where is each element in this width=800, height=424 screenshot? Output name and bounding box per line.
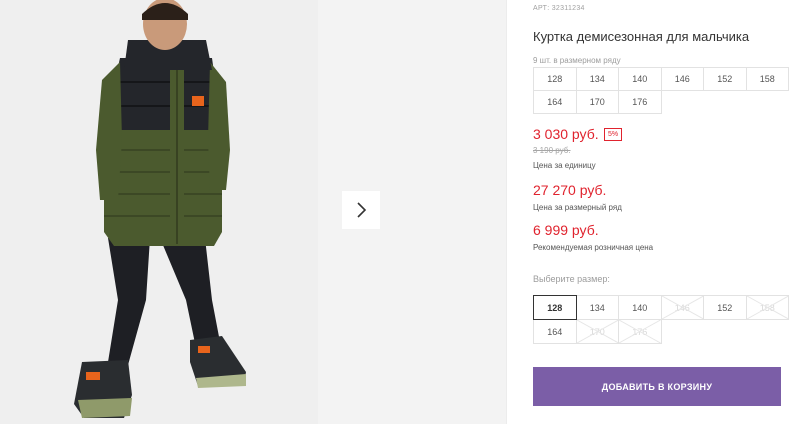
size-option-label: 134 [589, 302, 605, 313]
next-image-button[interactable] [342, 191, 380, 229]
size-row-note: 9 шт. в размерном ряду [533, 56, 621, 65]
unavailable-cross-icon [746, 296, 788, 319]
size-option-164[interactable]: 164 [533, 319, 577, 344]
size-option-134[interactable]: 134 [575, 295, 619, 320]
unavailable-cross-icon [576, 320, 618, 343]
product-gallery [0, 0, 506, 424]
size-picker-label: Выберите размер: [533, 274, 610, 284]
unavailable-cross-icon [661, 296, 703, 319]
size-row-cell: 134 [575, 67, 619, 91]
unit-price: 3 030 руб. [533, 126, 599, 142]
size-row-grid: 128 134 140 146 152 158 164 170 176 [533, 67, 789, 114]
size-option-158: 158 [745, 295, 789, 320]
size-option-label: 128 [547, 302, 563, 313]
size-row-cell: 164 [533, 90, 577, 114]
product-title: Куртка демисезонная для мальчика [533, 29, 750, 44]
size-option-176: 176 [618, 319, 662, 344]
chevron-right-icon [357, 202, 367, 218]
size-row-cell: 158 [745, 67, 789, 91]
size-option-170: 170 [575, 319, 619, 344]
size-row-cell: 152 [703, 67, 747, 91]
size-option-label: 164 [547, 326, 563, 337]
discount-badge: 5% [604, 128, 623, 141]
size-row-cell: 146 [660, 67, 704, 91]
size-row-cell: 140 [618, 67, 662, 91]
size-picker-grid: 128 134 140 146 152 158 164 170176 [533, 295, 789, 344]
product-photo-image [0, 0, 318, 424]
retail-price-note: Рекомендуемая розничная цена [533, 243, 654, 252]
size-option-152[interactable]: 152 [703, 295, 747, 320]
retail-price: 6 999 руб. [533, 222, 599, 238]
unavailable-cross-icon [619, 320, 661, 343]
old-price: 3 190 руб. [533, 146, 571, 155]
size-row-cell: 176 [618, 90, 662, 114]
row-price: 27 270 руб. [533, 182, 607, 198]
article-number: АРТ: 32311234 [533, 5, 585, 12]
size-option-140[interactable]: 140 [618, 295, 662, 320]
size-row-cell: 170 [575, 90, 619, 114]
unit-price-note: Цена за единицу [533, 161, 596, 170]
size-row-cell: 128 [533, 67, 577, 91]
product-photo[interactable] [0, 0, 318, 424]
panel-divider [506, 0, 507, 424]
size-option-128[interactable]: 128 [533, 295, 577, 320]
size-option-label: 152 [717, 302, 733, 313]
row-price-note: Цена за размерный ряд [533, 203, 622, 212]
size-option-label: 140 [632, 302, 648, 313]
add-to-cart-button[interactable]: ДОБАВИТЬ В КОРЗИНУ [533, 367, 781, 406]
size-option-146: 146 [660, 295, 704, 320]
